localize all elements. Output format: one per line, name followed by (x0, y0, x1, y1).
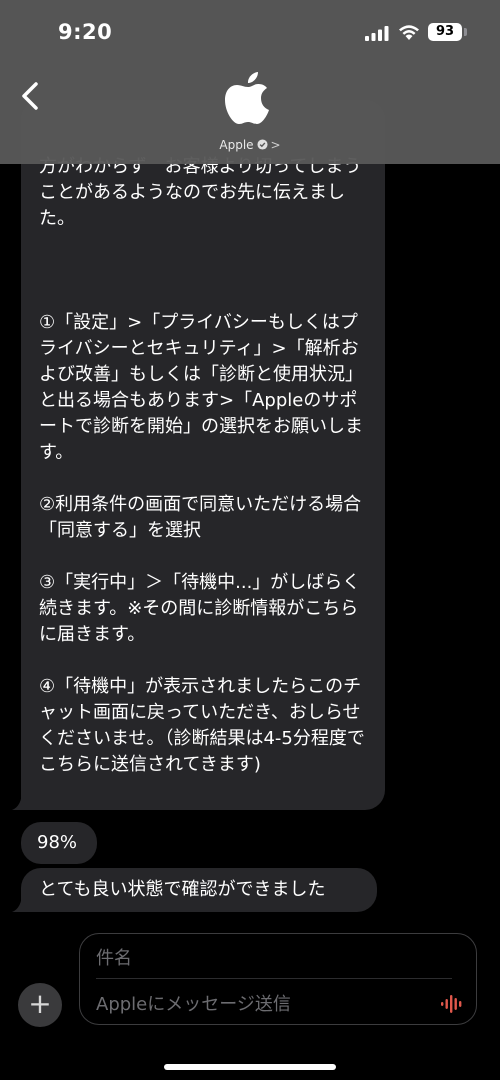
message-bubble-received: 方がわからず お客様より切ってしまうことがあるようなのでお先に伝えました。 ①「… (21, 100, 385, 810)
battery-cap (464, 28, 467, 36)
contact-name-link[interactable]: Apple > (0, 138, 500, 152)
chevron-right-icon: > (270, 138, 281, 152)
battery-icon: 93 (428, 23, 462, 41)
message-paragraph: 方がわからず お客様より切ってしまうことがあるようなのでお先に伝えました。 (39, 156, 362, 229)
verified-badge-icon (257, 139, 268, 150)
message-step-1: ①「設定」>「プライバシーもしくはプライバシーとセキュリティ」>「解析および改善… (39, 312, 363, 463)
wifi-icon (399, 25, 419, 40)
input-divider (96, 978, 452, 979)
composer: + (0, 925, 500, 1080)
message-step-4: ④「待機中」が表示されましたらこのチャット画面に戻っていただき、おしらせください… (39, 676, 365, 775)
waveform-mic-icon[interactable] (440, 994, 466, 1014)
message-input[interactable] (94, 990, 428, 1018)
contact-name: Apple (219, 138, 254, 152)
bubble-tail (12, 892, 32, 912)
message-step-3: ③「実行中」＞「待機中...」がしばらく続きます。※その間に診断情報がこちらに届… (39, 572, 361, 645)
message-bubble-received: とても良い状態で確認ができました (21, 868, 377, 912)
message-bubble-received: 98% (21, 822, 97, 864)
signal-icon (365, 26, 389, 41)
subject-field[interactable] (94, 944, 450, 972)
add-attachment-button[interactable]: + (18, 983, 62, 1027)
message-step-2: ②利用条件の画面で同意いただける場合「同意する」を選択 (39, 494, 362, 541)
home-indicator (164, 1064, 336, 1070)
bubble-tail (12, 790, 32, 810)
message-input-box (79, 933, 477, 1025)
message-blank-lines (39, 258, 367, 310)
apple-logo-icon[interactable] (222, 70, 274, 126)
back-chevron-icon[interactable] (14, 76, 50, 116)
status-bar: 9:20 93 (0, 0, 500, 64)
status-time: 9:20 (58, 20, 113, 44)
